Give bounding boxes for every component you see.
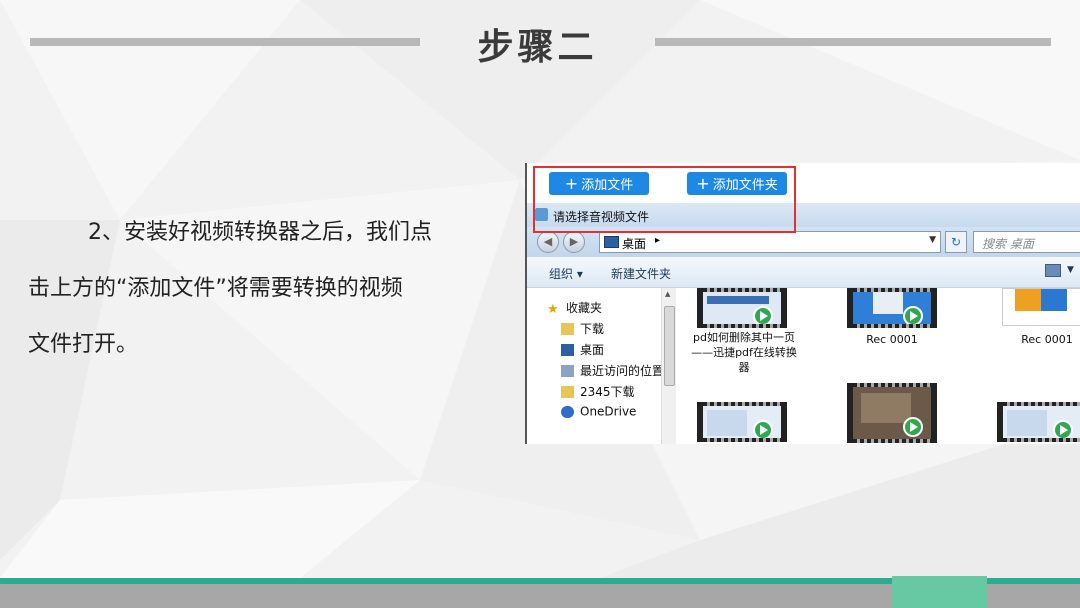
forward-button[interactable]: ▶	[563, 231, 585, 253]
body-line-2: 击上方的“添加文件”将需要转换的视频	[28, 276, 403, 301]
search-placeholder: 搜索 桌面	[982, 237, 1034, 251]
address-bar[interactable]: 桌面 ▸ ▼	[599, 231, 941, 253]
sidebar-item-downloads[interactable]: 下载	[561, 320, 604, 338]
body-line-3: 文件打开。	[28, 332, 139, 357]
title-decor-right	[655, 38, 1051, 46]
search-input[interactable]: 搜索 桌面	[973, 231, 1080, 253]
star-icon: ★	[547, 301, 559, 317]
highlight-box	[533, 166, 796, 233]
thumbnail-content	[1015, 289, 1041, 311]
desktop-icon	[561, 343, 574, 356]
video-thumbnail	[847, 383, 937, 443]
nav-scrollbar[interactable]: ▲	[661, 288, 676, 444]
title-decor-left	[30, 38, 420, 46]
command-bar: 组织 ▾ 新建文件夹 ▼	[527, 257, 1080, 288]
file-list: pd如何删除其中一页——迅捷pdf在线转换器 Rec 0001 Rec 0001	[677, 288, 1080, 444]
play-icon	[1053, 420, 1073, 440]
refresh-button[interactable]: ↻	[945, 231, 967, 253]
video-thumbnail	[697, 402, 787, 442]
sidebar-item-label: 2345下载	[580, 385, 635, 399]
sidebar-item-desktop[interactable]: 桌面	[561, 341, 604, 359]
navigation-pane: ★ 收藏夹 下载 桌面 最近访问的位置 2345下载 OneDrive	[527, 288, 677, 444]
video-thumbnail	[997, 402, 1080, 442]
new-folder-button[interactable]: 新建文件夹	[611, 265, 671, 282]
play-icon	[753, 306, 773, 326]
organize-menu[interactable]: 组织 ▾	[549, 265, 583, 282]
cloud-icon	[561, 405, 574, 418]
video-thumbnail	[697, 288, 787, 328]
thumbnail-content	[1041, 289, 1067, 311]
sidebar-item-label: 下载	[580, 322, 605, 336]
sidebar-item-label: OneDrive	[580, 404, 637, 419]
sidebar-item-2345-downloads[interactable]: 2345下载	[561, 383, 635, 401]
sidebar-item-label: 最近访问的位置	[580, 364, 665, 378]
view-dropdown-icon[interactable]: ▼	[1067, 265, 1074, 275]
back-button[interactable]: ◀	[537, 231, 559, 253]
thumbnail-content	[707, 410, 747, 436]
sidebar-item-recent[interactable]: 最近访问的位置	[561, 362, 664, 380]
sidebar-item-label: 桌面	[580, 343, 605, 357]
scroll-up-icon[interactable]: ▲	[665, 290, 670, 298]
file-name: Rec 0001	[1021, 333, 1073, 346]
thumbnail-content	[1007, 410, 1047, 436]
footer-accent	[892, 576, 987, 608]
body-line-1-text: 2、安装好视频转换器之后，我们点	[88, 220, 432, 245]
address-text: 桌面	[622, 237, 647, 251]
desktop-icon	[604, 236, 619, 248]
file-name: pd如何删除其中一页——迅捷pdf在线转换器	[691, 331, 797, 374]
thumbnail-content	[861, 393, 911, 423]
body-text: 2、安装好视频转换器之后，我们点 击上方的“添加文件”将需要转换的视频 文件打开…	[28, 205, 488, 373]
file-name: Rec 0001	[866, 333, 918, 346]
scroll-thumb[interactable]	[664, 306, 675, 386]
sidebar-item-favorites[interactable]: ★ 收藏夹	[547, 299, 602, 317]
play-icon	[903, 417, 923, 437]
thumbnail-content	[873, 292, 903, 314]
slide-title: 步骤二	[477, 27, 598, 68]
chevron-down-icon[interactable]: ▼	[929, 235, 936, 245]
sidebar-item-label: 收藏夹	[566, 301, 603, 315]
folder-icon	[561, 385, 574, 398]
thumbnail-content	[707, 296, 769, 304]
sidebar-item-onedrive[interactable]: OneDrive	[561, 404, 636, 422]
play-icon	[753, 420, 773, 440]
breadcrumb-arrow-icon[interactable]: ▸	[655, 235, 660, 246]
view-icon[interactable]	[1045, 264, 1061, 277]
download-folder-icon	[561, 322, 574, 335]
video-thumbnail	[847, 288, 937, 328]
file-thumbnail	[1002, 288, 1080, 326]
recent-places-icon	[561, 364, 574, 377]
play-icon	[903, 306, 923, 326]
body-line-1: 2、安装好视频转换器之后，我们点	[28, 205, 488, 261]
